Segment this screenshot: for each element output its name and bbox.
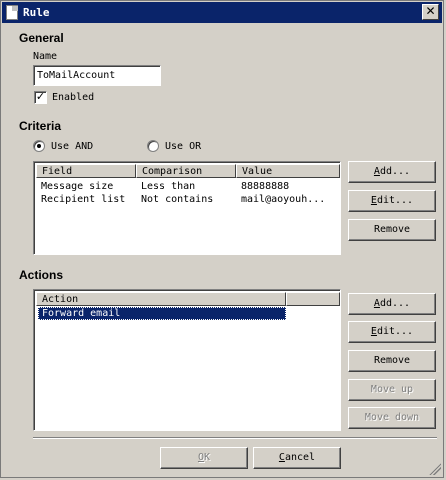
move-up-button[interactable]: Move up <box>348 379 436 401</box>
actions-add-button[interactable]: Add... <box>348 293 436 315</box>
criteria-row-1-comparison[interactable]: Less than <box>141 181 195 192</box>
document-icon <box>6 5 18 20</box>
criteria-edit-button[interactable]: Edit... <box>348 190 436 212</box>
column-header-value[interactable]: Value <box>236 164 340 178</box>
criteria-add-button[interactable]: Add... <box>348 161 436 183</box>
use-or-label: Use OR <box>165 141 202 152</box>
criteria-row-2-comparison[interactable]: Not contains <box>141 194 213 205</box>
actions-edit-button[interactable]: Edit... <box>348 321 436 343</box>
column-header-action[interactable]: Action <box>36 292 286 306</box>
criteria-row-1-value[interactable]: 88888888 <box>241 181 289 192</box>
criteria-row-2-field[interactable]: Recipient list <box>41 194 125 205</box>
criteria-remove-button[interactable]: Remove <box>348 219 436 241</box>
checkmark-icon: ✓ <box>35 90 46 103</box>
resize-grip-icon[interactable] <box>429 463 441 475</box>
ok-button[interactable]: OK <box>160 447 248 469</box>
actions-remove-button[interactable]: Remove <box>348 350 436 372</box>
actions-heading: Actions <box>19 268 64 282</box>
action-row-1[interactable]: Forward email <box>38 307 286 320</box>
rule-dialog: Rule ✕ General Name ToMailAccount ✓ Enab… <box>0 0 444 478</box>
column-header-field[interactable]: Field <box>36 164 136 178</box>
use-and-radio[interactable] <box>33 140 45 152</box>
enabled-label: Enabled <box>52 92 95 103</box>
enabled-checkbox[interactable]: ✓ <box>34 91 47 104</box>
column-header-filler <box>286 292 340 306</box>
criteria-heading: Criteria <box>19 119 62 133</box>
footer-separator <box>33 437 437 439</box>
close-button[interactable]: ✕ <box>422 4 439 20</box>
general-heading: General <box>19 31 64 45</box>
use-and-label: Use AND <box>51 141 94 152</box>
name-label: Name <box>33 51 58 62</box>
criteria-row-1-field[interactable]: Message size <box>41 181 113 192</box>
title-bar[interactable]: Rule ✕ <box>2 2 442 23</box>
cancel-button[interactable]: Cancel <box>253 447 341 469</box>
actions-list[interactable]: Action Forward email <box>33 289 341 431</box>
criteria-list[interactable]: Field Comparison Value Message size Less… <box>33 161 341 255</box>
name-input[interactable]: ToMailAccount <box>33 65 161 86</box>
use-or-radio[interactable] <box>147 140 159 152</box>
close-icon: ✕ <box>425 4 436 18</box>
move-down-button[interactable]: Move down <box>348 407 436 429</box>
window-title: Rule <box>23 6 50 19</box>
criteria-row-2-value[interactable]: mail@aoyouh... <box>241 194 325 205</box>
column-header-comparison[interactable]: Comparison <box>136 164 236 178</box>
